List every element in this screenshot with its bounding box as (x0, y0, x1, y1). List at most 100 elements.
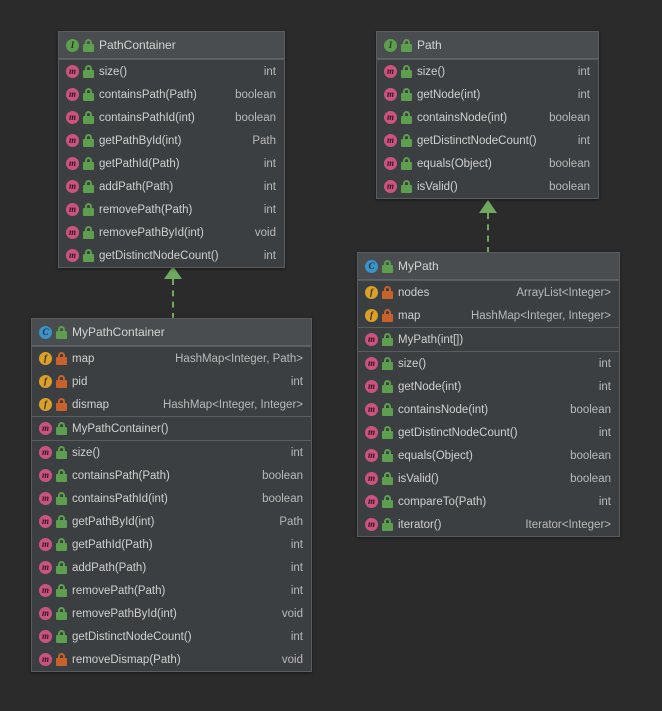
method-icon: m (384, 88, 397, 101)
method-icon: m (365, 426, 378, 439)
uml-member-name: getNode(int) (417, 88, 481, 101)
uml-header-mypathcontainer[interactable]: C MyPathContainer (32, 319, 311, 346)
uml-member-row[interactable]: m size() int (59, 60, 284, 83)
uml-member-row[interactable]: m removeDismap(Path) void (32, 648, 311, 671)
uml-member-row[interactable]: m equals(Object) boolean (377, 152, 598, 175)
uml-class-box-mypath[interactable]: C MyPath f nodes ArrayList<Integer> f ma… (357, 252, 620, 537)
uml-member-row[interactable]: m isValid() boolean (358, 467, 619, 490)
public-lock-icon (401, 180, 412, 193)
uml-member-name: pid (72, 375, 88, 388)
uml-member-row[interactable]: m containsPathId(int) boolean (32, 487, 311, 510)
uml-class-box-pathcontainer[interactable]: I PathContainer m size() int m containsP… (58, 31, 285, 268)
uml-member-row[interactable]: m getPathId(Path) int (59, 152, 284, 175)
uml-header-mypath[interactable]: C MyPath (358, 253, 619, 280)
uml-section-fields: f map HashMap<Integer, Path> f pid int f… (32, 346, 311, 416)
uml-member-row[interactable]: f map HashMap<Integer, Integer> (358, 304, 619, 327)
uml-member-type: boolean (570, 403, 611, 416)
uml-member-type: int (290, 375, 303, 388)
uml-member-type: int (290, 630, 303, 643)
uml-section-constructors: m MyPathContainer() (32, 416, 311, 440)
uml-member-row[interactable]: m removePathById(int) void (32, 602, 311, 625)
uml-member-row[interactable]: m getPathById(int) Path (59, 129, 284, 152)
uml-member-row[interactable]: f nodes ArrayList<Integer> (358, 281, 619, 304)
uml-member-type: boolean (262, 469, 303, 482)
field-icon: f (39, 375, 52, 388)
uml-member-row[interactable]: m getDistinctNodeCount() int (377, 129, 598, 152)
public-lock-icon (83, 157, 94, 170)
uml-member-row[interactable]: m addPath(Path) int (32, 556, 311, 579)
uml-class-box-mypathcontainer[interactable]: C MyPathContainer f map HashMap<Integer,… (31, 318, 312, 672)
public-lock-icon (56, 630, 67, 643)
private-lock-icon (56, 375, 67, 388)
public-lock-icon (56, 422, 67, 435)
uml-member-row[interactable]: m addPath(Path) int (59, 175, 284, 198)
uml-member-row[interactable]: m getDistinctNodeCount() int (32, 625, 311, 648)
uml-member-type: int (263, 249, 276, 262)
uml-member-row[interactable]: m equals(Object) boolean (358, 444, 619, 467)
uml-member-type: void (281, 653, 303, 666)
uml-member-name: size() (99, 65, 128, 78)
public-lock-icon (83, 134, 94, 147)
field-icon: f (365, 309, 378, 322)
uml-member-row[interactable]: m containsPathId(int) boolean (59, 106, 284, 129)
uml-member-row[interactable]: m compareTo(Path) int (358, 490, 619, 513)
uml-member-row[interactable]: m containsNode(int) boolean (358, 398, 619, 421)
uml-member-name: nodes (398, 286, 430, 299)
public-lock-icon (83, 65, 94, 78)
public-lock-icon (83, 203, 94, 216)
method-icon: m (66, 180, 79, 193)
uml-member-type: void (254, 226, 276, 239)
uml-member-row[interactable]: m removePathById(int) void (59, 221, 284, 244)
uml-member-type: boolean (570, 449, 611, 462)
private-lock-icon (56, 653, 67, 666)
uml-member-row[interactable]: m getNode(int) int (358, 375, 619, 398)
uml-member-row[interactable]: m size() int (358, 352, 619, 375)
uml-member-row[interactable]: m iterator() Iterator<Integer> (358, 513, 619, 536)
uml-member-type: boolean (549, 111, 590, 124)
public-lock-icon (83, 180, 94, 193)
method-icon: m (384, 134, 397, 147)
uml-member-row[interactable]: m containsNode(int) boolean (377, 106, 598, 129)
uml-member-type: ArrayList<Integer> (516, 286, 611, 299)
uml-member-row[interactable]: m getPathById(int) Path (32, 510, 311, 533)
uml-header-pathcontainer[interactable]: I PathContainer (59, 32, 284, 59)
uml-member-row[interactable]: f dismap HashMap<Integer, Integer> (32, 393, 311, 416)
uml-member-row[interactable]: m getDistinctNodeCount() int (358, 421, 619, 444)
public-lock-icon (382, 426, 393, 439)
uml-member-row[interactable]: m size() int (32, 441, 311, 464)
uml-class-box-path[interactable]: I Path m size() int m getNode(int) int m… (376, 31, 599, 199)
uml-member-row[interactable]: m getPathId(Path) int (32, 533, 311, 556)
uml-member-row[interactable]: m containsPath(Path) boolean (59, 83, 284, 106)
method-icon: m (66, 226, 79, 239)
uml-member-row[interactable]: f map HashMap<Integer, Path> (32, 347, 311, 370)
uml-member-name: addPath(Path) (99, 180, 174, 193)
uml-member-row[interactable]: m MyPathContainer() (32, 417, 311, 440)
interface-icon: I (66, 38, 79, 52)
uml-member-type: int (263, 157, 276, 170)
method-icon: m (66, 65, 79, 78)
diagram-canvas[interactable]: I PathContainer m size() int m containsP… (0, 0, 662, 711)
uml-member-row[interactable]: m size() int (377, 60, 598, 83)
uml-member-name: containsPathId(int) (99, 111, 195, 124)
private-lock-icon (382, 286, 393, 299)
uml-member-row[interactable]: m removePath(Path) int (32, 579, 311, 602)
public-lock-icon (83, 249, 94, 262)
uml-class-name: PathContainer (99, 38, 176, 52)
uml-member-row[interactable]: m getDistinctNodeCount() int (59, 244, 284, 267)
uml-member-row[interactable]: m isValid() boolean (377, 175, 598, 198)
uml-class-name: MyPathContainer (72, 325, 165, 339)
uml-member-name: size() (417, 65, 446, 78)
uml-member-row[interactable]: f pid int (32, 370, 311, 393)
uml-member-row[interactable]: m containsPath(Path) boolean (32, 464, 311, 487)
uml-member-row[interactable]: m removePath(Path) int (59, 198, 284, 221)
method-icon: m (39, 469, 52, 482)
uml-header-path[interactable]: I Path (377, 32, 598, 59)
uml-member-name: getDistinctNodeCount() (398, 426, 518, 439)
method-icon: m (365, 495, 378, 508)
method-icon: m (66, 88, 79, 101)
uml-member-type: int (577, 134, 590, 147)
uml-member-name: addPath(Path) (72, 561, 147, 574)
public-lock-icon (56, 325, 67, 339)
uml-member-row[interactable]: m getNode(int) int (377, 83, 598, 106)
uml-member-row[interactable]: m MyPath(int[]) (358, 328, 619, 351)
